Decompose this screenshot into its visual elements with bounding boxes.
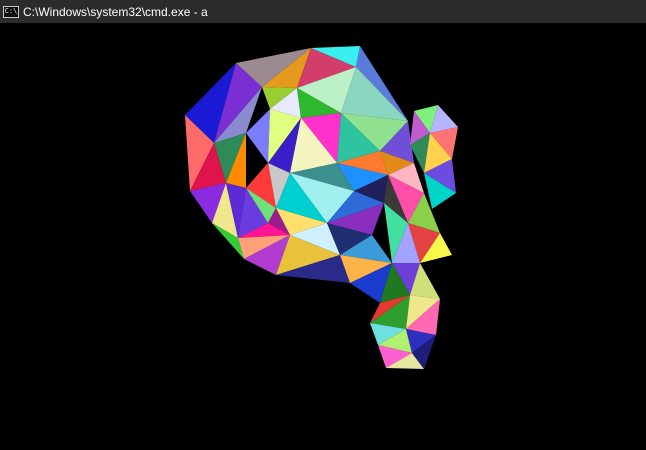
mesh-model [0,23,646,450]
render-viewport [0,23,646,450]
window-title: C:\Windows\system32\cmd.exe - a [23,4,208,19]
title-bar[interactable]: C:\ C:\Windows\system32\cmd.exe - a [0,0,646,23]
cmd-console-icon[interactable]: C:\ [3,5,19,18]
console-area[interactable] [0,23,646,450]
cmd-window: C:\ C:\Windows\system32\cmd.exe - a [0,0,646,450]
